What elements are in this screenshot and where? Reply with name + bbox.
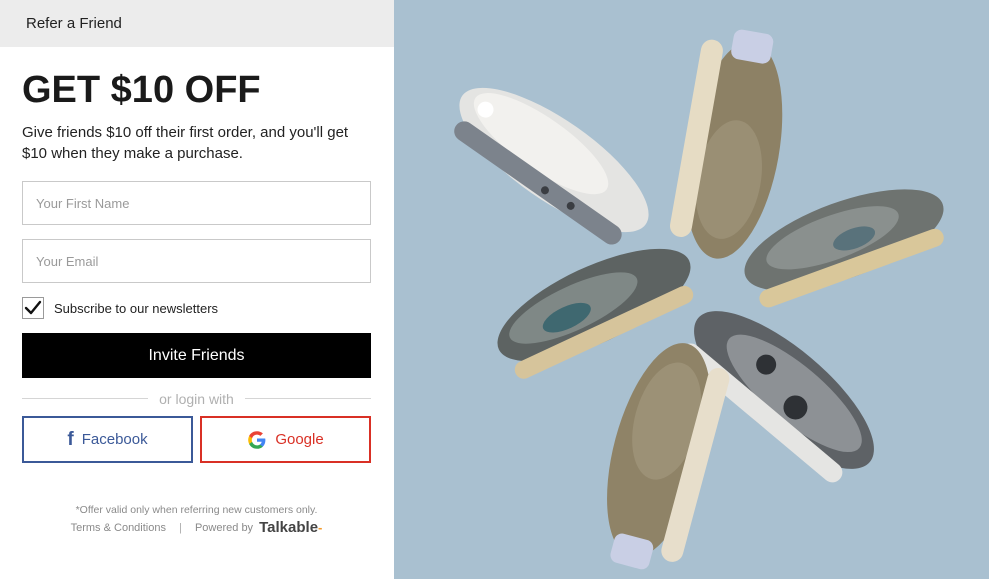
sneakers-photo <box>394 0 989 579</box>
google-login-button[interactable]: Google <box>200 416 371 463</box>
powered-by-label: Powered by <box>194 521 254 534</box>
offer-note: *Offer valid only when referring new cus… <box>75 504 318 516</box>
subscribe-label: Subscribe to our newsletters <box>54 301 219 316</box>
divider-label: or login with <box>159 391 234 407</box>
invite-friends-button[interactable]: Invite Friends <box>22 333 371 378</box>
promo-image <box>394 0 989 579</box>
divider-line-left <box>22 398 148 399</box>
talkable-mark-icon: - <box>318 520 323 535</box>
referral-panel: Refer a Friend GET $10 OFF Give friends … <box>0 0 394 579</box>
email-field[interactable] <box>22 239 371 283</box>
divider-line-right <box>245 398 371 399</box>
facebook-label: Facebook <box>81 431 148 448</box>
subscribe-checkbox[interactable] <box>22 297 44 319</box>
google-label: Google <box>275 431 324 448</box>
first-name-field[interactable] <box>22 181 371 225</box>
google-icon <box>248 430 266 449</box>
facebook-icon: f <box>67 429 74 450</box>
footer-separator: | <box>179 521 182 534</box>
header-title: Refer a Friend <box>26 15 122 32</box>
checkmark-icon <box>24 300 42 315</box>
email-input[interactable] <box>23 240 370 282</box>
headline: GET $10 OFF <box>22 69 261 111</box>
footer-links: Terms & Conditions | Powered by Talkable… <box>22 519 371 536</box>
header-bar: Refer a Friend <box>0 0 394 47</box>
talkable-logo[interactable]: Talkable <box>259 519 318 536</box>
terms-link[interactable]: Terms & Conditions <box>71 522 166 534</box>
subtitle: Give friends $10 off their first order, … <box>22 124 349 162</box>
facebook-login-button[interactable]: f Facebook <box>22 416 193 463</box>
first-name-input[interactable] <box>23 182 370 224</box>
